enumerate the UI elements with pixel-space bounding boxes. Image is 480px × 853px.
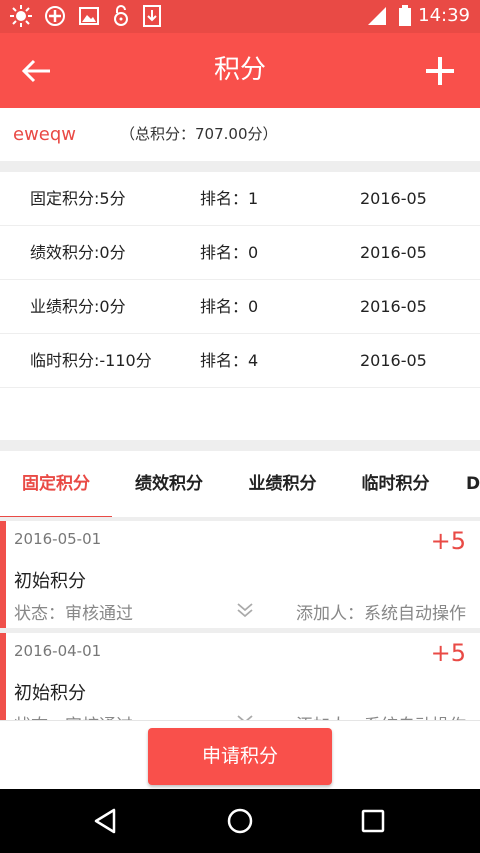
page-title: 积分 <box>213 55 266 85</box>
summary-row: 绩效积分:0分 排名：0 2016-05 <box>0 226 480 280</box>
summary-row: 临时积分:-110分 排名：4 2016-05 <box>0 334 480 388</box>
record-name: 初始积分 <box>14 571 86 592</box>
records-list[interactable]: 2016-05-01 +5 初始积分 状态：审核通过 添加人：系统自动操作 20… <box>0 521 480 720</box>
user-name: eweqw <box>13 124 77 145</box>
record-adder: 添加人：系统自动操作 <box>296 604 466 624</box>
unlock-icon <box>110 5 132 27</box>
signal-icon <box>366 5 388 27</box>
chevron-down-icon[interactable] <box>234 711 256 720</box>
summary-row: 业绩积分:0分 排名：0 2016-05 <box>0 280 480 334</box>
brightness-icon <box>10 5 32 27</box>
record-status: 状态：审核通过 <box>14 711 133 720</box>
record-name: 初始积分 <box>14 683 86 704</box>
record-points: +5 <box>430 639 466 667</box>
tab-fixed-points[interactable]: 固定积分 <box>0 451 112 517</box>
apply-points-button[interactable]: 申请积分 <box>148 728 332 785</box>
summary-date: 2016-05 <box>360 297 427 316</box>
download-icon <box>141 5 163 27</box>
summary-row: 固定积分:5分 排名：1 2016-05 <box>0 172 480 226</box>
tab-performance-points[interactable]: 绩效积分 <box>112 451 226 517</box>
tab-more[interactable]: D <box>466 451 480 517</box>
summary-label: 固定积分:5分 <box>30 189 126 208</box>
category-tabs: 固定积分 绩效积分 业绩积分 临时积分 D <box>0 451 480 517</box>
summary-rank: 排名：4 <box>200 351 259 370</box>
divider <box>0 161 480 172</box>
summary-rank: 排名：1 <box>200 189 259 208</box>
total-points: （总积分：707.00分） <box>120 125 278 143</box>
record-points: +5 <box>430 527 466 555</box>
divider <box>0 440 480 451</box>
status-time: 14:39 <box>418 5 470 26</box>
nav-home-icon[interactable] <box>224 805 256 837</box>
points-summary: 固定积分:5分 排名：1 2016-05 绩效积分:0分 排名：0 2016-0… <box>0 172 480 440</box>
tab-achievement-points[interactable]: 业绩积分 <box>226 451 339 517</box>
summary-date: 2016-05 <box>360 351 427 370</box>
gps-icon <box>44 5 66 27</box>
plus-icon[interactable] <box>422 53 458 89</box>
summary-date: 2016-05 <box>360 243 427 262</box>
chevron-down-icon[interactable] <box>234 599 256 621</box>
summary-label: 绩效积分:0分 <box>30 243 126 262</box>
list-item[interactable]: 2016-05-01 +5 初始积分 状态：审核通过 添加人：系统自动操作 <box>0 521 480 628</box>
summary-rank: 排名：0 <box>200 297 259 316</box>
image-icon <box>78 5 100 27</box>
status-bar: 14:39 <box>0 0 480 33</box>
nav-recent-icon[interactable] <box>357 805 389 837</box>
app-bar: 积分 <box>0 33 480 108</box>
nav-back-icon[interactable] <box>90 805 122 837</box>
record-date: 2016-05-01 <box>14 530 102 548</box>
summary-label: 临时积分:-110分 <box>30 351 152 370</box>
bottom-action-bar: 申请积分 <box>0 720 480 789</box>
system-nav-bar <box>0 789 480 853</box>
back-arrow-icon[interactable] <box>18 53 58 89</box>
summary-rank: 排名：0 <box>200 243 259 262</box>
summary-label: 业绩积分:0分 <box>30 297 126 316</box>
record-adder: 添加人：系统自动操作 <box>296 711 466 720</box>
record-date: 2016-04-01 <box>14 642 102 660</box>
summary-date: 2016-05 <box>360 189 427 208</box>
tab-temporary-points[interactable]: 临时积分 <box>339 451 452 517</box>
user-info-row: eweqw （总积分：707.00分） <box>0 108 480 161</box>
battery-icon <box>394 5 416 27</box>
list-item[interactable]: 2016-04-01 +5 初始积分 状态：审核通过 添加人：系统自动操作 <box>0 633 480 720</box>
record-status: 状态：审核通过 <box>14 604 133 624</box>
